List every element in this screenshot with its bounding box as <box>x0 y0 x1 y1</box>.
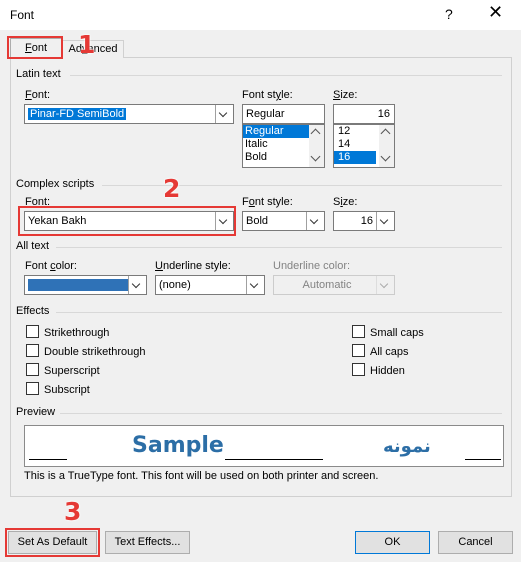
help-icon[interactable]: ? <box>445 6 453 22</box>
effects-heading: Effects <box>16 305 50 317</box>
font-color-label: Font color: <box>25 260 77 272</box>
complex-style-select[interactable]: Bold <box>242 211 325 231</box>
scroll-up-icon <box>310 128 321 139</box>
checkbox-box[interactable] <box>26 344 39 357</box>
latin-size-label: Size: <box>333 89 358 101</box>
latin-font-input[interactable]: Pinar-FD SemiBold <box>24 104 234 124</box>
underline-style-label: Underline style: <box>155 260 231 272</box>
chevron-down-icon[interactable] <box>246 276 264 294</box>
checkbox-box[interactable] <box>26 363 39 376</box>
hidden-checkbox[interactable]: Hidden <box>352 363 405 379</box>
superscript-checkbox[interactable]: Superscript <box>26 363 100 379</box>
double-strikethrough-checkbox[interactable]: Double strikethrough <box>26 344 146 360</box>
complex-size-label: Size: <box>333 196 358 208</box>
chevron-down-icon[interactable] <box>128 276 146 294</box>
preview-baseline <box>225 459 323 460</box>
chevron-down-icon[interactable] <box>376 212 394 230</box>
latin-size-input[interactable]: 16 <box>333 104 395 124</box>
preview-box: Sample نمونه <box>24 425 504 467</box>
scroll-down-icon <box>380 151 391 162</box>
complex-size-select[interactable]: 16 <box>333 211 395 231</box>
divider <box>60 413 502 414</box>
underline-color-label: Underline color: <box>273 260 351 272</box>
subscript-checkbox[interactable]: Subscript <box>26 382 90 398</box>
checkbox-box[interactable] <box>26 382 39 395</box>
all-caps-checkbox[interactable]: All caps <box>352 344 409 360</box>
underline-style-select[interactable]: (none) <box>155 275 265 295</box>
underline-color-select: Automatic <box>273 275 395 295</box>
scroll-up-icon <box>380 128 391 139</box>
latin-text-heading: Latin text <box>16 68 61 80</box>
preview-latin-sample: Sample <box>132 433 224 458</box>
highlight-box-complex-font <box>18 206 236 236</box>
highlight-box-font-tab <box>7 36 63 59</box>
step-number-2: 2 <box>163 174 181 203</box>
preview-baseline <box>29 459 67 460</box>
all-text-heading: All text <box>16 240 50 252</box>
chevron-down-icon <box>376 276 394 294</box>
preview-note: This is a TrueType font. This font will … <box>24 470 379 482</box>
divider <box>70 75 502 76</box>
text-effects-button[interactable]: Text Effects... <box>105 531 190 554</box>
strikethrough-checkbox[interactable]: Strikethrough <box>26 325 109 341</box>
latin-style-list[interactable]: Regular Italic Bold <box>242 124 325 168</box>
preview-baseline <box>465 459 501 460</box>
list-item[interactable]: 16 <box>334 151 376 164</box>
preview-heading: Preview <box>16 406 56 418</box>
latin-style-input[interactable]: Regular <box>242 104 325 124</box>
font-color-select[interactable] <box>24 275 147 295</box>
scrollbar[interactable] <box>379 125 394 167</box>
divider <box>56 312 502 313</box>
color-swatch <box>28 279 128 291</box>
divider <box>102 185 502 186</box>
cancel-button[interactable]: Cancel <box>438 531 513 554</box>
scrollbar[interactable] <box>309 125 324 167</box>
title-bar <box>0 0 521 30</box>
latin-size-list[interactable]: 12 14 16 <box>333 124 395 168</box>
complex-scripts-heading: Complex scripts <box>16 178 95 190</box>
checkbox-box[interactable] <box>352 363 365 376</box>
step-number-3: 3 <box>64 497 82 526</box>
checkbox-box[interactable] <box>352 325 365 338</box>
divider <box>56 247 502 248</box>
preview-complex-sample: نمونه <box>383 436 431 457</box>
latin-style-label: Font style: <box>242 89 293 101</box>
small-caps-checkbox[interactable]: Small caps <box>352 325 424 341</box>
close-icon[interactable]: ✕ <box>488 3 503 21</box>
checkbox-box[interactable] <box>352 344 365 357</box>
latin-font-label: Font: <box>25 89 51 101</box>
checkbox-box[interactable] <box>26 325 39 338</box>
chevron-down-icon[interactable] <box>306 212 324 230</box>
dialog-title: Font <box>10 8 35 22</box>
complex-style-label: Font style: <box>242 196 293 208</box>
ok-button[interactable]: OK <box>355 531 430 554</box>
step-number-1: 1 <box>78 30 96 59</box>
highlight-box-set-default <box>5 528 100 557</box>
chevron-down-icon[interactable] <box>215 105 233 123</box>
scroll-down-icon <box>310 151 321 162</box>
